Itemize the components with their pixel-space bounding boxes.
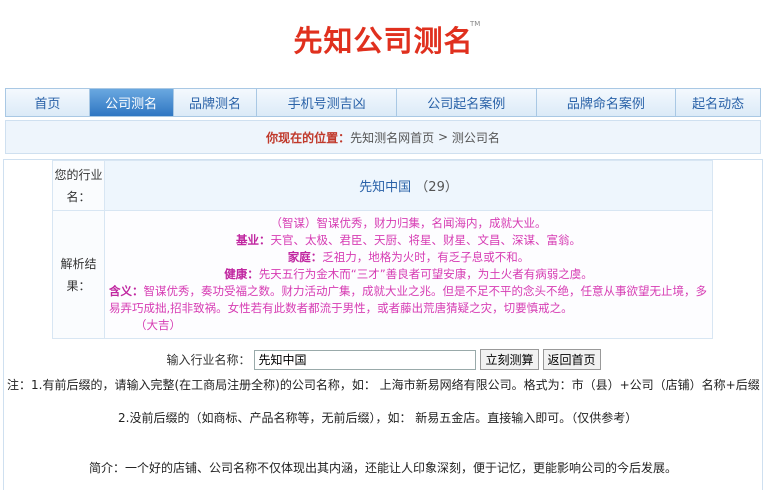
note-without-suffix: 2.没前后缀的（如商标、产品名称等，无前后缀），如： 新易五金店。直接输入即可。… <box>118 411 638 425</box>
back-home-button[interactable]: 返回首页 <box>542 349 601 370</box>
logo-text: 先知公司测名 <box>293 24 474 58</box>
site-logo[interactable]: 先知公司测名 TM <box>0 18 767 60</box>
nav-naming-news[interactable]: 起名动态 <box>676 89 760 116</box>
nav-phone-fortune[interactable]: 手机号测吉凶 <box>257 89 397 116</box>
nav-company-naming-cases[interactable]: 公司起名案例 <box>397 89 537 116</box>
analysis-result-cell: （智谋）智谋优秀，财力归集，名闻海内，成就大业。 基业：天官、太极、君臣、天厨、… <box>104 210 713 339</box>
industry-name-input[interactable] <box>254 349 477 370</box>
health-label: 健康： <box>224 267 259 281</box>
meaning-label: 含义： <box>109 284 144 298</box>
family-text: 乏祖力，地格为火时，有乏子息或不和。 <box>322 250 530 264</box>
analysis-health: 健康：先天五行为金木而“三才”善良者可望安康，为土火者有病弱之虞。 <box>109 266 708 283</box>
nav-brand-name-test[interactable]: 品牌测名 <box>174 89 258 116</box>
trademark-mark: TM <box>470 20 481 28</box>
breadcrumb-separator: > <box>434 130 452 144</box>
breadcrumb: 你现在的位置： 先知测名网首页 > 测公司名 <box>5 120 761 154</box>
breadcrumb-home-link[interactable]: 先知测名网首页 <box>350 129 434 146</box>
analysis-family: 家庭：乏祖力，地格为火时，有乏子息或不和。 <box>109 249 708 266</box>
breadcrumb-label: 你现在的位置： <box>266 130 351 145</box>
breadcrumb-current: 测公司名 <box>451 130 500 145</box>
stroke-count: （29） <box>415 180 458 195</box>
analysis-meaning: 含义：智谋优秀，奏功受福之数。财力活动广集，成就大业之兆。但是不足不平的念头不绝… <box>109 283 708 317</box>
meaning-text: 智谋优秀，奏功受福之数。财力活动广集，成就大业之兆。但是不足不平的念头不绝，任意… <box>109 284 707 315</box>
nav-company-name-test[interactable]: 公司测名 <box>89 89 174 116</box>
fortune-verdict: （大吉） <box>135 318 181 332</box>
intro-text: 简介：一个好的店铺、公司名称不仅体现出其内涵，还能让人印象深刻，便于记忆，更能影… <box>89 461 678 475</box>
family-label: 家庭： <box>287 250 323 264</box>
analysis-summary: （智谋）智谋优秀，财力归集，名闻海内，成就大业。 <box>270 216 547 230</box>
note-with-suffix: 注：1.有前后缀的，请输入完整(在工商局注册全称)的公司名称，如： 上海市新易网… <box>7 378 760 392</box>
result-table: 您的行业名： 先知中国 （29） 解析结果： （智谋）智谋优秀，财力归集，名闻海… <box>52 160 713 339</box>
health-text: 先天五行为金木而“三才”善良者可望安康，为土火者有病弱之虞。 <box>258 267 593 281</box>
analysis-header: 解析结果： <box>52 210 105 339</box>
industry-name-label: 输入行业名称： <box>166 353 251 367</box>
main-nav: 首页 公司测名 品牌测名 手机号测吉凶 公司起名案例 品牌命名案例 起名动态 <box>5 88 761 117</box>
name-header: 您的行业名： <box>52 160 105 211</box>
foundation-label: 基业： <box>236 233 271 247</box>
name-test-form: 输入行业名称： 立刻测算 返回首页 <box>0 349 767 370</box>
nav-brand-naming-cases[interactable]: 品牌命名案例 <box>537 89 677 116</box>
foundation-text: 天官、太极、君臣、天厨、将星、财星、文昌、深谋、富翁。 <box>270 233 582 247</box>
name-result-cell: 先知中国 （29） <box>104 160 713 211</box>
nav-home[interactable]: 首页 <box>6 89 90 116</box>
tested-name: 先知中国 <box>359 180 412 195</box>
analysis-foundation: 基业：天官、太极、君臣、天厨、将星、财星、文昌、深谋、富翁。 <box>109 232 708 249</box>
calculate-button[interactable]: 立刻测算 <box>480 349 539 370</box>
